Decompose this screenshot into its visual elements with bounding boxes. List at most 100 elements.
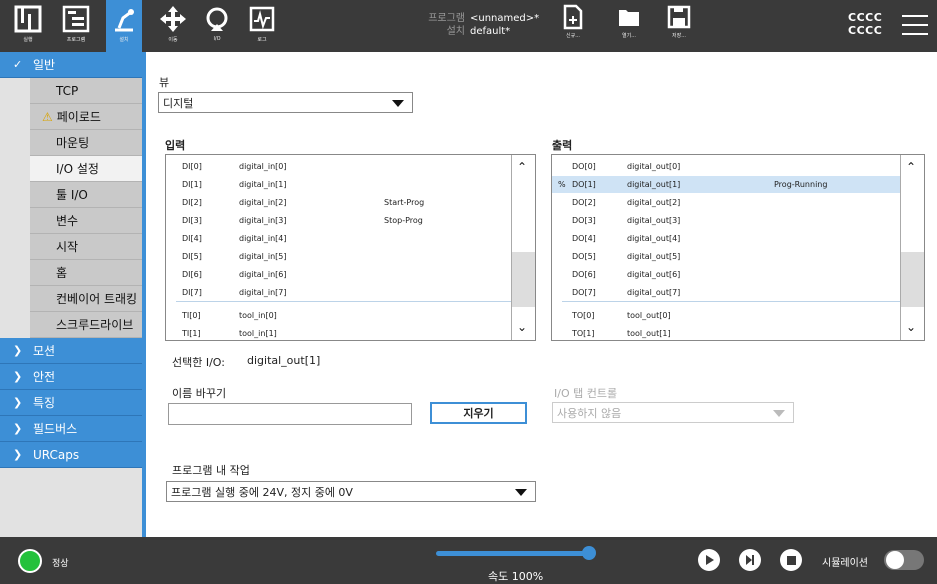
new-button[interactable]: 신규... xyxy=(556,0,590,52)
sidebar-item[interactable]: 홈 xyxy=(30,260,142,286)
sidebar: ✓ 일반 TCP ⚠ 페이로드 마운팅 I/O 설정 툴 I/O 변수시작홈 컨베이어 트래킹 스… xyxy=(0,52,146,537)
io-row[interactable]: DI[3] digital_in[3] Stop-Prog xyxy=(166,212,512,229)
sidebar-section[interactable]: ❯ 모션 xyxy=(0,338,142,364)
hamburger-menu-icon[interactable] xyxy=(902,15,928,42)
sidebar-section[interactable]: ❯ URCaps xyxy=(0,442,142,468)
nav-io[interactable]: I/O xyxy=(200,0,234,52)
scroll-down-icon[interactable]: ⌄ xyxy=(906,320,916,334)
io-row[interactable]: DO[3] digital_out[3] xyxy=(552,212,901,229)
io-row[interactable]: % DO[1] digital_out[1] Prog-Running xyxy=(552,176,901,193)
nav-log[interactable]: 로그 xyxy=(245,0,279,52)
io-row[interactable]: TI[1] tool_in[1] xyxy=(166,325,512,340)
sidebar-item[interactable]: 컨베이어 트래킹 xyxy=(30,286,142,312)
io-name: tool_out[0] xyxy=(627,311,671,320)
io-row[interactable]: DI[1] digital_in[1] xyxy=(166,176,512,193)
nav-program[interactable]: 프로그램 xyxy=(56,0,96,52)
io-row[interactable]: DI[7] digital_in[7] xyxy=(166,284,512,301)
io-row[interactable]: DI[5] digital_in[5] xyxy=(166,248,512,265)
sidebar-item[interactable]: 시작 xyxy=(30,234,142,260)
io-row[interactable]: DI[2] digital_in[2] Start-Prog xyxy=(166,194,512,211)
scroll-thumb[interactable] xyxy=(901,252,924,307)
sidebar-section[interactable]: ❯ 특징 xyxy=(0,390,142,416)
dropdown-arrow-icon xyxy=(392,100,404,107)
installation-robot-icon xyxy=(115,9,134,32)
step-button[interactable] xyxy=(739,549,761,571)
io-row[interactable]: DO[5] digital_out[5] xyxy=(552,248,901,265)
io-row[interactable]: DI[4] digital_in[4] xyxy=(166,230,512,247)
io-row[interactable]: DI[6] digital_in[6] xyxy=(166,266,512,283)
clear-button[interactable]: 지우기 xyxy=(430,402,527,424)
sidebar-item[interactable]: 마운팅 xyxy=(30,130,142,156)
play-button[interactable] xyxy=(698,549,720,571)
program-value: <unnamed>* xyxy=(470,13,540,24)
io-id: TO[1] xyxy=(572,329,595,338)
chevron-right-icon: ❯ xyxy=(13,448,23,461)
io-row[interactable]: DO[0] digital_out[0] xyxy=(552,158,901,175)
io-id: DI[4] xyxy=(182,234,202,243)
scroll-thumb[interactable] xyxy=(512,252,535,307)
action-select[interactable]: 프로그램 실행 중에 24V, 정지 중에 0V xyxy=(166,481,536,502)
simulation-toggle[interactable] xyxy=(884,550,924,570)
io-id: DI[0] xyxy=(182,162,202,171)
play-icon xyxy=(706,555,714,565)
io-name: digital_in[1] xyxy=(239,180,287,189)
io-row[interactable]: TO[1] tool_out[1] xyxy=(552,325,901,340)
input-title: 입력 xyxy=(165,139,186,152)
io-func: Start-Prog xyxy=(384,198,425,207)
io-row[interactable]: TI[0] tool_in[0] xyxy=(166,307,512,324)
stop-icon xyxy=(786,555,796,565)
io-row[interactable]: DO[7] digital_out[7] xyxy=(552,284,901,301)
sidebar-item[interactable]: TCP xyxy=(30,78,142,104)
scroll-down-icon[interactable]: ⌄ xyxy=(517,320,527,334)
save-button[interactable]: 저장... xyxy=(662,0,696,52)
nav-move[interactable]: 이동 xyxy=(156,0,190,52)
view-select[interactable]: 디지털 xyxy=(158,92,413,113)
sidebar-section[interactable]: ❯ 필드버스 xyxy=(0,416,142,442)
io-row[interactable]: TO[0] tool_out[0] xyxy=(552,307,901,324)
io-row[interactable]: DO[4] digital_out[4] xyxy=(552,230,901,247)
tab-control-label: I/O 탭 컨트롤 xyxy=(554,387,618,400)
io-row[interactable]: DO[2] digital_out[2] xyxy=(552,194,901,211)
io-id: DO[2] xyxy=(572,198,596,207)
open-button[interactable]: 열기... xyxy=(612,0,646,52)
sidebar-item-label: 시작 xyxy=(56,240,79,254)
speed-slider-handle[interactable] xyxy=(582,546,596,560)
io-id: TI[1] xyxy=(182,329,201,338)
io-id: DO[6] xyxy=(572,270,596,279)
speed-slider[interactable] xyxy=(436,551,592,556)
io-name: tool_out[1] xyxy=(627,329,671,338)
io-row[interactable]: DO[6] digital_out[6] xyxy=(552,266,901,283)
nav-run[interactable]: 실행 xyxy=(10,0,46,52)
stop-button[interactable] xyxy=(780,549,802,571)
chevron-right-icon: ❯ xyxy=(13,422,23,435)
tab-control-select[interactable]: 사용하지 않음 xyxy=(552,402,794,423)
io-id: DI[3] xyxy=(182,216,202,225)
sidebar-section-general[interactable]: ✓ 일반 xyxy=(0,52,142,78)
footer-bar: 정상 속도 100% 시뮬레이션 xyxy=(0,537,937,584)
nav-installation[interactable]: 설치 xyxy=(106,0,142,52)
status-ok-icon[interactable] xyxy=(18,549,42,573)
save-button-label: 저장... xyxy=(672,33,686,39)
io-row[interactable]: DI[0] digital_in[0] xyxy=(166,158,512,175)
sidebar-section[interactable]: ❯ 안전 xyxy=(0,364,142,390)
output-title: 출력 xyxy=(552,139,573,152)
action-label: 프로그램 내 작업 xyxy=(172,464,250,477)
user-info: CCCC CCCC xyxy=(848,11,882,37)
sidebar-item[interactable]: 툴 I/O xyxy=(30,182,142,208)
sidebar-item-label: 페이로드 xyxy=(56,110,101,124)
user-line-2: CCCC xyxy=(848,24,883,37)
open-button-label: 열기... xyxy=(622,33,636,39)
input-list[interactable]: DI[0] digital_in[0] DI[1] digital_in[1] DI[2… xyxy=(165,154,536,341)
sidebar-item[interactable]: ⚠ 페이로드 xyxy=(30,104,142,130)
input-scrollbar[interactable]: ⌃ ⌄ xyxy=(511,155,535,340)
io-name: digital_out[4] xyxy=(627,234,681,243)
sidebar-item[interactable]: 변수 xyxy=(30,208,142,234)
scroll-up-icon[interactable]: ⌃ xyxy=(517,160,527,174)
sidebar-item[interactable]: 스크루드라이브 xyxy=(30,312,142,338)
output-list[interactable]: DO[0] digital_out[0]% DO[1] digital_out[1] P… xyxy=(551,154,925,341)
nav-program-label: 프로그램 xyxy=(66,37,86,43)
rename-input[interactable] xyxy=(168,403,412,425)
output-scrollbar[interactable]: ⌃ ⌄ xyxy=(900,155,924,340)
scroll-up-icon[interactable]: ⌃ xyxy=(906,160,916,174)
sidebar-item[interactable]: I/O 설정 xyxy=(30,156,142,182)
